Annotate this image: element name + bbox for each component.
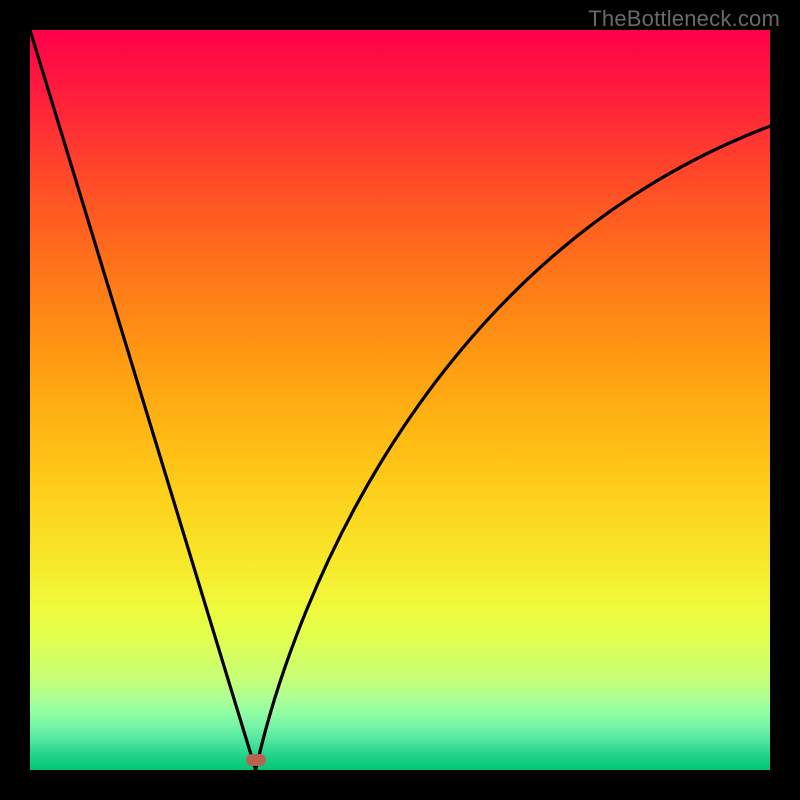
- chart-plot-area: [30, 30, 770, 770]
- minimum-marker: [246, 754, 266, 766]
- bottleneck-curve: [30, 30, 770, 770]
- watermark-text: TheBottleneck.com: [588, 6, 780, 32]
- chart-curve-layer: [30, 30, 770, 770]
